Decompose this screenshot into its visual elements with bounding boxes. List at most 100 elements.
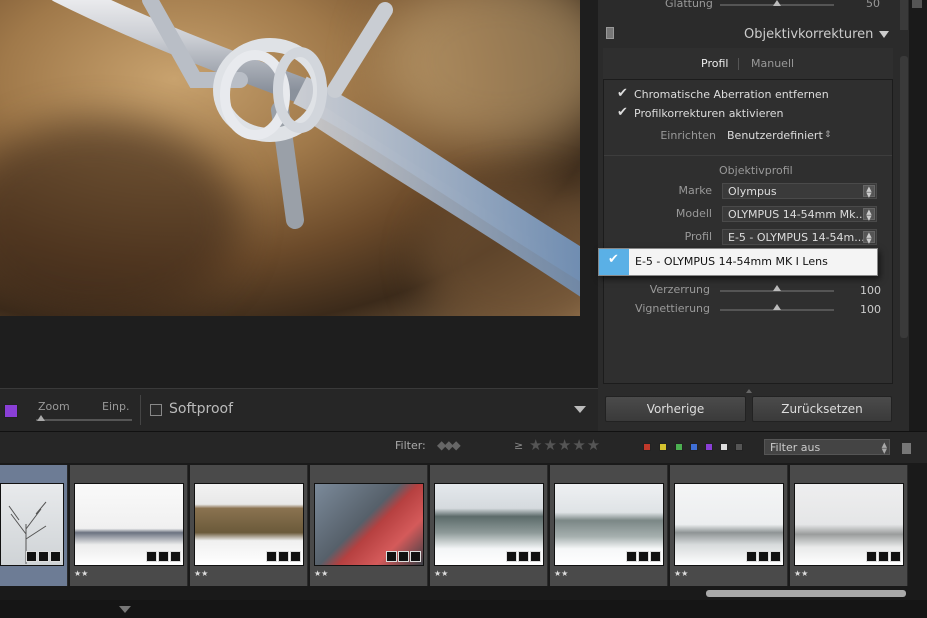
filmstrip-cell[interactable]: ★★ [70,465,188,586]
image-viewer[interactable] [0,0,598,388]
modell-select[interactable]: OLYMPUS 14-54mm Mk... ▲ ▼ [722,206,877,222]
tab-manuell[interactable]: Manuell [751,57,794,70]
ca-label[interactable]: Chromatische Aberration entfernen [634,88,829,101]
badge-icons [385,551,421,563]
profile-correction-label[interactable]: Profilkorrekturen aktivieren [634,107,784,120]
checkmark-icon: ✔ [617,86,628,101]
filmstrip-cell[interactable]: ★★ [310,465,428,586]
color-label-yellow[interactable] [659,443,667,451]
objektivprofil-title: Objektivprofil [719,164,793,177]
vignettierung-value[interactable]: 100 [860,303,881,316]
section-toggle-switch[interactable] [606,27,614,39]
profil-label: Profil [684,230,712,243]
badge-icons [625,551,661,563]
color-swatch[interactable] [4,404,18,418]
toolbar-menu-button[interactable] [565,397,595,423]
glaettung-slider-thumb[interactable] [773,0,781,6]
einrichten-label: Einrichten [660,129,716,142]
filmstrip-scrollbar[interactable] [706,590,906,597]
color-label-green[interactable] [675,443,683,451]
verzerrung-label: Verzerrung [649,283,710,296]
filmstrip-cell[interactable] [0,465,68,586]
checkmark-icon: ✔ [608,252,619,267]
divider [604,155,892,156]
updown-icon: ▲ ▼ [881,441,887,455]
filter-preset-select[interactable]: Filter aus ▲ ▼ [764,439,890,455]
filmstrip-toggle-icon[interactable] [119,606,131,613]
thumbnail [554,483,664,566]
thumbnail [194,483,304,566]
photo-preview[interactable] [0,0,580,316]
updown-icon: ▲ ▼ [863,185,875,199]
badge-icons [745,551,781,563]
einrichten-dropdown[interactable]: Benutzerdefiniert [727,129,823,142]
marke-label: Marke [678,184,713,197]
thumbnail [674,483,784,566]
rating-stars: ★★ [794,569,809,578]
flag-filter-icons[interactable]: ◆◆◆ [437,438,461,452]
profile-correction-checkbox[interactable]: ✔ [616,105,628,120]
tab-profil[interactable]: Profil [701,57,728,70]
rating-filter-stars[interactable]: ★★★★★ [529,436,601,454]
marke-value: Olympus [728,185,777,198]
filmstrip-cell[interactable]: ★★ [190,465,308,586]
color-label-white[interactable] [720,443,728,451]
previous-button[interactable]: Vorherige [605,396,746,422]
reset-button[interactable]: Zurücksetzen [752,396,892,422]
tab-bar [603,48,893,80]
badge-icons [25,551,61,563]
softproof-label: Softproof [169,401,234,417]
color-label-none[interactable] [735,443,743,451]
rating-stars: ★★ [194,569,209,578]
zoom-slider-thumb[interactable] [37,415,45,421]
rating-operator[interactable]: ≥ [514,439,523,452]
panel-scrollbar-top[interactable] [900,0,908,30]
color-label-purple[interactable] [705,443,713,451]
checkmark-icon: ✔ [617,105,628,120]
rating-stars: ★★ [314,569,329,578]
panel-corner-button[interactable] [912,0,922,8]
zoom-label: Zoom [38,400,70,413]
toolbar-divider [140,395,141,425]
section-title[interactable]: Objektivkorrekturen [744,27,873,42]
filter-preset-value: Filter aus [770,441,821,454]
filmstrip-cell[interactable]: ★★ [430,465,548,586]
vignettierung-slider-thumb[interactable] [773,304,781,310]
filmstrip-cell[interactable]: ★★ [790,465,908,586]
filmstrip-cell[interactable]: ★★ [550,465,668,586]
verzerrung-slider-thumb[interactable] [773,285,781,291]
updown-icon: ▲ ▼ [863,208,875,222]
updown-icon[interactable]: ⇕ [824,130,832,140]
thumbnail [434,483,544,566]
modell-value: OLYMPUS 14-54mm Mk... [728,208,866,221]
zoom-slider-track[interactable] [36,419,132,421]
filter-lock-icon[interactable] [902,443,911,454]
filter-label: Filter: [395,439,426,452]
rating-stars: ★★ [674,569,689,578]
color-label-blue[interactable] [690,443,698,451]
softproof-checkbox[interactable] [150,404,162,416]
thumbnail [0,483,64,566]
profil-option[interactable]: E-5 - OLYMPUS 14-54mm MK I Lens [635,255,828,268]
color-label-red[interactable] [643,443,651,451]
profil-dropdown-menu: ✔ E-5 - OLYMPUS 14-54mm MK I Lens [598,248,878,276]
rating-stars: ★★ [74,569,89,578]
profil-select[interactable]: E-5 - OLYMPUS 14-54m... ▲ ▼ [722,229,877,245]
section-collapse-icon[interactable] [879,31,889,38]
panel-scrollbar[interactable] [900,56,908,338]
selected-indicator: ✔ [599,249,629,275]
fit-label: Einp. [102,400,130,413]
badge-icons [505,551,541,563]
rating-stars: ★★ [434,569,449,578]
toolbar: Zoom Einp. Softproof [0,388,598,431]
tab-divider [738,58,739,70]
thumbnail [314,483,424,566]
updown-icon: ▲ ▼ [863,231,875,245]
barbed-wire-image [51,0,580,297]
panel-resize-handle[interactable] [746,389,752,393]
ca-checkbox[interactable]: ✔ [616,86,628,101]
glaettung-value[interactable]: 50 [866,0,880,10]
verzerrung-value[interactable]: 100 [860,284,881,297]
filmstrip-cell[interactable]: ★★ [670,465,788,586]
marke-select[interactable]: Olympus ▲ ▼ [722,183,877,199]
